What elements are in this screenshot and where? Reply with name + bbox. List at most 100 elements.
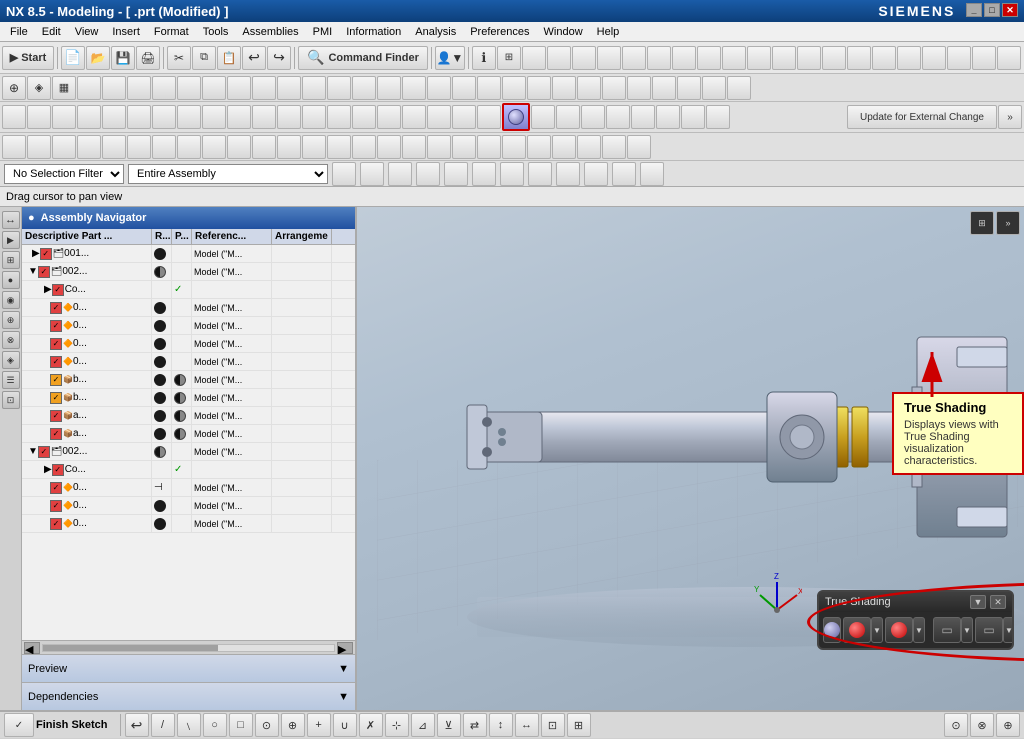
menu-preferences[interactable]: Preferences xyxy=(464,24,535,40)
tb4-btn18[interactable] xyxy=(427,135,451,159)
bot-btn16[interactable]: ↔ xyxy=(515,713,539,737)
side-icon-3[interactable]: ⊞ xyxy=(2,251,20,269)
side-icon-4[interactable]: ● xyxy=(2,271,20,289)
side-icon-7[interactable]: ⊗ xyxy=(2,331,20,349)
finish-sketch-icon[interactable]: ✓ xyxy=(4,713,34,737)
bot-end-btn2[interactable]: ⊗ xyxy=(970,713,994,737)
menu-insert[interactable]: Insert xyxy=(106,24,146,40)
tb3-btn6[interactable] xyxy=(127,105,151,129)
tb-btn-10[interactable] xyxy=(622,46,646,70)
view-more-btn[interactable]: » xyxy=(996,211,1020,235)
tb2-btn11[interactable] xyxy=(252,76,276,100)
tb3-btn22[interactable] xyxy=(531,105,555,129)
tb4-btn16[interactable] xyxy=(377,135,401,159)
menu-pmi[interactable]: PMI xyxy=(307,24,339,40)
tb4-btn19[interactable] xyxy=(452,135,476,159)
menu-file[interactable]: File xyxy=(4,24,34,40)
nav-row-ab[interactable]: ✓ 📦a... Model ("M... xyxy=(22,425,355,443)
tb2-btn29[interactable] xyxy=(702,76,726,100)
side-icon-10[interactable]: ⊡ xyxy=(2,391,20,409)
tb4-btn15[interactable] xyxy=(352,135,376,159)
viewport[interactable]: True Shading Displays views with True Sh… xyxy=(357,207,1024,710)
paste-btn[interactable]: 📋 xyxy=(217,46,241,70)
side-icon-2[interactable]: ▶ xyxy=(2,231,20,249)
nav-row-0e[interactable]: ✓ 🔶0... ⊣ Model ("M... xyxy=(22,479,355,497)
nav-row-aa[interactable]: ✓ 📦a... Model ("M... xyxy=(22,407,355,425)
bot-btn2[interactable]: / xyxy=(151,713,175,737)
tb4-btn2[interactable] xyxy=(27,135,51,159)
bot-btn18[interactable]: ⊞ xyxy=(567,713,591,737)
scroll-track[interactable] xyxy=(42,644,335,652)
tb4-btn14[interactable] xyxy=(327,135,351,159)
tb3-btn17[interactable] xyxy=(402,105,426,129)
user-btn[interactable]: 👤▼ xyxy=(435,46,465,70)
true-shading-btn[interactable] xyxy=(502,103,530,131)
tb-btn-13[interactable] xyxy=(697,46,721,70)
tb2-btn8[interactable] xyxy=(177,76,201,100)
tb3-btn5[interactable] xyxy=(102,105,126,129)
cut-btn[interactable]: ✂ xyxy=(167,46,191,70)
tb4-btn8[interactable] xyxy=(177,135,201,159)
tb3-more[interactable]: » xyxy=(998,105,1022,129)
menu-analysis[interactable]: Analysis xyxy=(409,24,462,40)
sel-btn2[interactable] xyxy=(360,162,384,186)
bot-btn4[interactable]: ○ xyxy=(203,713,227,737)
ts-tool-sphere[interactable] xyxy=(823,617,841,643)
nav-row-0f[interactable]: ✓ 🔶0... Model ("M... xyxy=(22,497,355,515)
scroll-left-btn[interactable]: ◀ xyxy=(24,642,40,654)
tb-btn-15[interactable] xyxy=(747,46,771,70)
sel-btn12[interactable] xyxy=(640,162,664,186)
tb3-btn15[interactable] xyxy=(352,105,376,129)
sel-btn4[interactable] xyxy=(416,162,440,186)
tb2-btn13[interactable] xyxy=(302,76,326,100)
tb2-btn10[interactable] xyxy=(227,76,251,100)
close-btn[interactable]: ✕ xyxy=(1002,3,1018,17)
nav-row-bb[interactable]: ✓ 📦b... Model ("M... xyxy=(22,389,355,407)
tb-btn-8[interactable] xyxy=(572,46,596,70)
bot-btn1[interactable]: ↩ xyxy=(125,713,149,737)
sel-btn8[interactable] xyxy=(528,162,552,186)
tb3-btn23[interactable] xyxy=(556,105,580,129)
tb3-btn7[interactable] xyxy=(152,105,176,129)
sel-btn5[interactable] xyxy=(444,162,468,186)
tb-btn-16[interactable] xyxy=(772,46,796,70)
sel-btn11[interactable] xyxy=(612,162,636,186)
ts-tool-red2-dropdown[interactable]: ▼ xyxy=(913,617,925,643)
tb3-btn19[interactable] xyxy=(452,105,476,129)
bot-btn13[interactable]: ⊻ xyxy=(437,713,461,737)
tb4-btn20[interactable] xyxy=(477,135,501,159)
tb3-btn16[interactable] xyxy=(377,105,401,129)
tb-btn-19[interactable] xyxy=(847,46,871,70)
snap-btn[interactable]: ⊞ xyxy=(497,46,521,70)
tb2-btn23[interactable] xyxy=(552,76,576,100)
menu-assemblies[interactable]: Assemblies xyxy=(236,24,304,40)
tb2-btn2[interactable]: ◈ xyxy=(27,76,51,100)
tb2-btn6[interactable] xyxy=(127,76,151,100)
side-icon-8[interactable]: ◈ xyxy=(2,351,20,369)
bot-btn9[interactable]: ∪ xyxy=(333,713,357,737)
tb4-btn12[interactable] xyxy=(277,135,301,159)
side-icon-1[interactable]: ↔ xyxy=(2,211,20,229)
sel-btn10[interactable] xyxy=(584,162,608,186)
preview-section[interactable]: Preview ▼ xyxy=(22,654,355,682)
copy-btn[interactable]: ⧉ xyxy=(192,46,216,70)
tb-btn-22[interactable] xyxy=(922,46,946,70)
bot-btn17[interactable]: ⊡ xyxy=(541,713,565,737)
tb3-btn24[interactable] xyxy=(581,105,605,129)
tb2-btn5[interactable] xyxy=(102,76,126,100)
ts-tool-grid-dropdown[interactable]: ▼ xyxy=(961,617,973,643)
tb2-btn17[interactable] xyxy=(402,76,426,100)
tb4-btn5[interactable] xyxy=(102,135,126,159)
menu-format[interactable]: Format xyxy=(148,24,195,40)
tb2-btn22[interactable] xyxy=(527,76,551,100)
tb-btn-21[interactable] xyxy=(897,46,921,70)
tb3-btn2[interactable] xyxy=(27,105,51,129)
tb3-btn11[interactable] xyxy=(252,105,276,129)
bot-btn8[interactable]: + xyxy=(307,713,331,737)
undo-btn[interactable]: ↩ xyxy=(242,46,266,70)
tb2-btn9[interactable] xyxy=(202,76,226,100)
tb4-btn7[interactable] xyxy=(152,135,176,159)
tb2-btn26[interactable] xyxy=(627,76,651,100)
tb2-btn24[interactable] xyxy=(577,76,601,100)
side-icon-9[interactable]: ☰ xyxy=(2,371,20,389)
